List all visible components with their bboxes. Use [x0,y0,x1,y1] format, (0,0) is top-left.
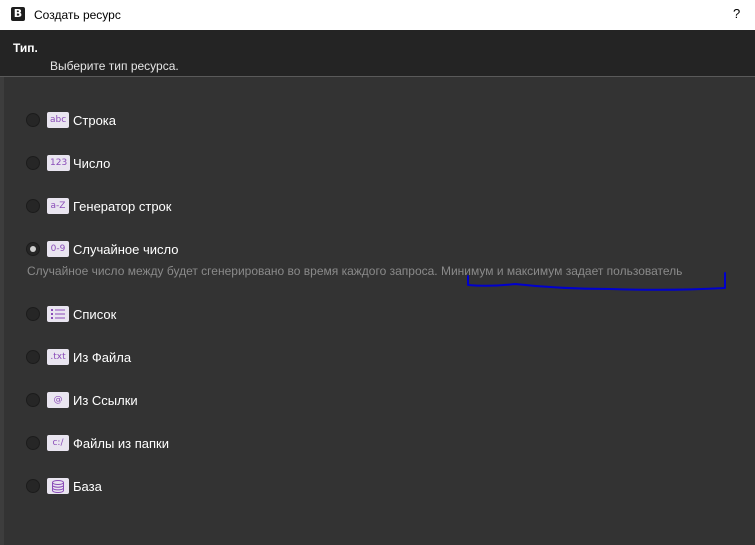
annotation-underline [467,272,726,291]
